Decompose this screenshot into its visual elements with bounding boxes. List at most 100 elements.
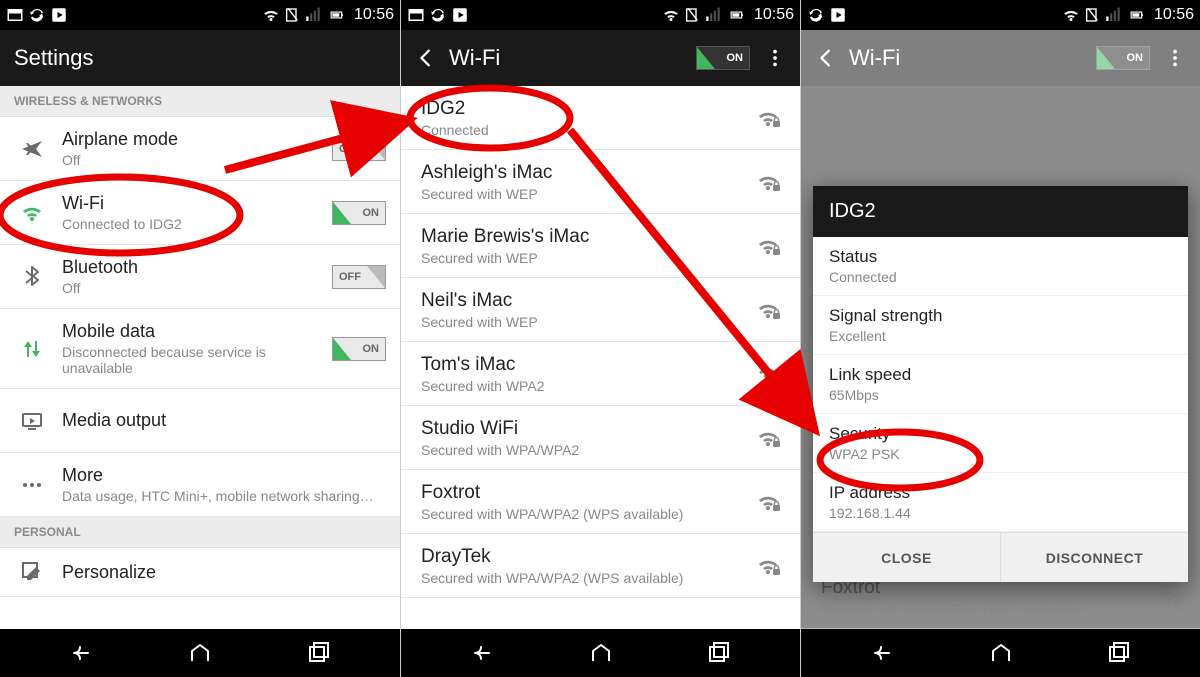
sb-sim-icon bbox=[1084, 7, 1100, 23]
nav-home-icon[interactable] bbox=[565, 635, 637, 671]
bluetooth-icon bbox=[14, 265, 50, 289]
sb-wifi-icon bbox=[1062, 6, 1080, 24]
airplane-toggle[interactable]: OFF bbox=[332, 137, 386, 161]
mobile-toggle[interactable]: ON bbox=[332, 337, 386, 361]
detail-security: Security WPA2 PSK bbox=[813, 414, 1188, 473]
bt-toggle[interactable]: OFF bbox=[332, 265, 386, 289]
sb-sim-icon bbox=[284, 7, 300, 23]
wifi-ssid: Foxtrot bbox=[421, 482, 748, 504]
wifi-ssid: Neil's iMac bbox=[421, 290, 748, 312]
status-bar: 10:56 bbox=[401, 0, 800, 30]
status-time: 10:56 bbox=[754, 6, 794, 24]
mobile-data-icon bbox=[14, 337, 50, 361]
screen-wifi-detail: 10:56 Wi-Fi ON Foxtrot Secured with WPA/… bbox=[800, 0, 1200, 677]
wifi-security: Secured with WPA/WPA2 bbox=[421, 442, 748, 458]
wifi-signal-icon bbox=[756, 233, 782, 259]
nav-recent-icon[interactable] bbox=[282, 635, 354, 671]
airplane-icon bbox=[14, 137, 50, 161]
sb-play-icon bbox=[50, 6, 68, 24]
nav-back-icon[interactable] bbox=[46, 635, 118, 671]
settings-title: Settings bbox=[14, 45, 386, 71]
detail-speed: Link speed 65Mbps bbox=[813, 355, 1188, 414]
wifi-ssid: IDG2 bbox=[421, 98, 748, 120]
close-button[interactable]: CLOSE bbox=[813, 532, 1000, 582]
wifi-signal-icon bbox=[756, 169, 782, 195]
airplane-title: Airplane mode bbox=[62, 129, 324, 150]
wifi-security: Secured with WPA/WPA2 (WPS available) bbox=[821, 601, 1148, 617]
overflow-menu-icon[interactable] bbox=[764, 47, 786, 69]
sb-sync-icon bbox=[28, 6, 46, 24]
wifi-network-row[interactable]: Neil's iMac Secured with WEP bbox=[401, 278, 800, 342]
status-bar: 10:56 bbox=[801, 0, 1200, 30]
wifi-toggle[interactable]: ON bbox=[332, 201, 386, 225]
wifi-title: Wi-Fi bbox=[62, 193, 324, 214]
dialog-title: IDG2 bbox=[813, 186, 1188, 237]
row-mobile-data[interactable]: Mobile data Disconnected because service… bbox=[0, 309, 400, 389]
wifi-signal-icon bbox=[756, 361, 782, 387]
nav-back-icon[interactable] bbox=[847, 635, 919, 671]
nav-recent-icon[interactable] bbox=[1082, 635, 1154, 671]
wifi-signal-icon bbox=[756, 553, 782, 579]
wifi-network-row[interactable]: Studio WiFi Secured with WPA/WPA2 bbox=[401, 406, 800, 470]
wifi-signal-icon bbox=[756, 425, 782, 451]
status-bar: 10:56 bbox=[0, 0, 400, 30]
wifi-detail-dialog: IDG2 Status Connected Signal strength Ex… bbox=[813, 186, 1188, 582]
wifi-ssid: Studio WiFi bbox=[421, 418, 748, 440]
wifi-titlebar: Wi-Fi ON bbox=[401, 30, 800, 86]
wifi-network-row[interactable]: Marie Brewis's iMacSecured with WEP bbox=[401, 214, 800, 278]
back-icon bbox=[815, 47, 837, 69]
wifi-networks-list: IDG2 Connected Ashleigh's iMacSecured with… bbox=[401, 86, 800, 629]
wifi-master-toggle[interactable]: ON bbox=[696, 46, 750, 70]
wifi-network-row[interactable]: DrayTekSecured with WPA/WPA2 (WPS availa… bbox=[401, 534, 800, 598]
airplane-sub: Off bbox=[62, 152, 324, 168]
nav-home-icon[interactable] bbox=[164, 635, 236, 671]
disconnect-button[interactable]: DISCONNECT bbox=[1000, 532, 1188, 582]
wifi-network-row[interactable]: IDG2 Connected bbox=[401, 86, 800, 150]
more-sub: Data usage, HTC Mini+, mobile network sh… bbox=[62, 488, 386, 504]
back-icon[interactable] bbox=[415, 47, 437, 69]
wifi-network-row[interactable]: Ashleigh's iMacSecured with WEP bbox=[401, 150, 800, 214]
row-wifi[interactable]: Wi-Fi Connected to IDG2 ON bbox=[0, 181, 400, 245]
nav-home-icon[interactable] bbox=[965, 635, 1037, 671]
sb-battery-icon bbox=[726, 8, 748, 22]
sb-recent-icon bbox=[6, 6, 24, 24]
row-media-output[interactable]: Media output bbox=[0, 389, 400, 453]
wifi-ssid: Tom's iMac bbox=[421, 354, 748, 376]
sb-battery-icon bbox=[326, 8, 348, 22]
wifi-security: Connected bbox=[421, 122, 748, 138]
sb-wifi-icon bbox=[262, 6, 280, 24]
wifi-titlebar: Wi-Fi ON bbox=[801, 30, 1200, 86]
personalize-icon bbox=[14, 560, 50, 584]
personalize-title: Personalize bbox=[62, 562, 386, 583]
wifi-network-row[interactable]: FoxtrotSecured with WPA/WPA2 (WPS availa… bbox=[401, 470, 800, 534]
media-title: Media output bbox=[62, 410, 386, 431]
wifi-network-row[interactable]: Tom's iMacSecured with WPA2 bbox=[401, 342, 800, 406]
detail-ip: IP address 192.168.1.44 bbox=[813, 473, 1188, 532]
wifi-ssid: DrayTek bbox=[421, 546, 748, 568]
screen-wifi-list: 10:56 Wi-Fi ON IDG2 Connected Ashleigh's i… bbox=[400, 0, 800, 677]
sb-recent-icon bbox=[407, 6, 425, 24]
soft-key-bar bbox=[801, 629, 1200, 677]
mobile-sub: Disconnected because service is unavaila… bbox=[62, 344, 324, 376]
sb-signal-icon bbox=[1104, 6, 1122, 24]
nav-back-icon[interactable] bbox=[447, 635, 519, 671]
row-bluetooth[interactable]: Bluetooth Off OFF bbox=[0, 245, 400, 309]
row-personalize[interactable]: Personalize bbox=[0, 548, 400, 597]
row-airplane[interactable]: Airplane mode Off OFF bbox=[0, 117, 400, 181]
section-wireless: WIRELESS & NETWORKS bbox=[0, 86, 400, 117]
status-time: 10:56 bbox=[354, 6, 394, 24]
wifi-security: Secured with WEP bbox=[421, 314, 748, 330]
section-personal: PERSONAL bbox=[0, 517, 400, 548]
wifi-signal-icon bbox=[756, 105, 782, 131]
row-more[interactable]: More Data usage, HTC Mini+, mobile netwo… bbox=[0, 453, 400, 517]
sb-sync-icon bbox=[807, 6, 825, 24]
wifi-master-toggle: ON bbox=[1096, 46, 1150, 70]
media-output-icon bbox=[14, 409, 50, 433]
detail-status: Status Connected bbox=[813, 237, 1188, 296]
wifi-header-title: Wi-Fi bbox=[449, 45, 696, 71]
settings-titlebar: Settings bbox=[0, 30, 400, 86]
wifi-signal-icon bbox=[756, 297, 782, 323]
nav-recent-icon[interactable] bbox=[682, 635, 754, 671]
more-icon bbox=[14, 473, 50, 497]
wifi-header-title: Wi-Fi bbox=[849, 45, 1096, 71]
